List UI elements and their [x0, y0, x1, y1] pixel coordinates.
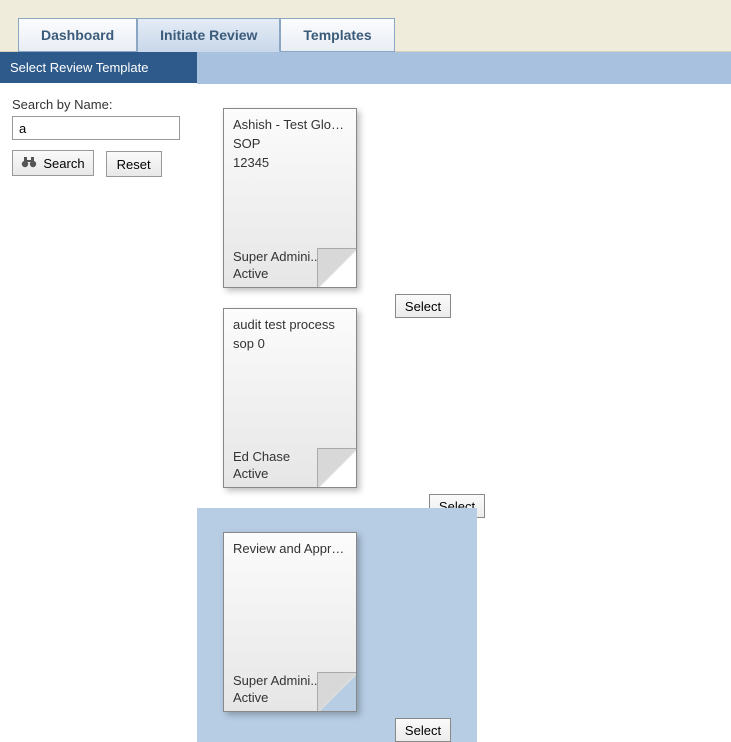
page-fold-icon: [317, 672, 357, 712]
template-card[interactable]: Review and Approval ... Super Admini... …: [223, 532, 357, 712]
card-owner: Super Admini...: [233, 249, 322, 264]
card-owner: Super Admini...: [233, 673, 322, 688]
page-fold-icon: [317, 448, 357, 488]
template-card[interactable]: Ashish - Test Global Co... SOP 12345 Sup…: [223, 108, 357, 288]
card-title: audit test process: [233, 317, 347, 332]
card-line: 12345: [233, 155, 347, 170]
template-card-wrap-selected: Review and Approval ... Super Admini... …: [197, 508, 477, 742]
card-title: Ashish - Test Global Co...: [233, 117, 347, 132]
search-button[interactable]: Search: [12, 150, 94, 176]
tab-templates[interactable]: Templates: [280, 18, 394, 52]
main-header-bar: [197, 52, 731, 84]
search-label: Search by Name:: [12, 97, 185, 112]
tab-initiate-review[interactable]: Initiate Review: [137, 18, 280, 52]
card-line: SOP: [233, 136, 347, 151]
card-status: Active: [233, 266, 322, 281]
template-card-wrap: audit test process sop 0 Ed Chase Active…: [197, 308, 477, 508]
card-status: Active: [233, 690, 322, 705]
reset-button[interactable]: Reset: [106, 151, 162, 177]
card-line: sop 0: [233, 336, 347, 351]
card-status: Active: [233, 466, 322, 481]
template-card-wrap: Ashish - Test Global Co... SOP 12345 Sup…: [197, 108, 477, 308]
search-button-label: Search: [43, 156, 84, 171]
tab-dashboard[interactable]: Dashboard: [18, 18, 137, 52]
search-input[interactable]: [12, 116, 180, 140]
main-area: Ashish - Test Global Co... SOP 12345 Sup…: [197, 52, 731, 742]
binoculars-icon: [21, 155, 37, 172]
sidebar: Select Review Template Search by Name:: [0, 52, 197, 742]
select-button[interactable]: Select: [395, 718, 451, 742]
page-fold-icon: [317, 248, 357, 288]
template-card[interactable]: audit test process sop 0 Ed Chase Active: [223, 308, 357, 488]
sidebar-header: Select Review Template: [0, 52, 197, 83]
card-title: Review and Approval ...: [233, 541, 347, 556]
card-owner: Ed Chase: [233, 449, 322, 464]
top-tab-bar: Dashboard Initiate Review Templates: [0, 0, 731, 52]
